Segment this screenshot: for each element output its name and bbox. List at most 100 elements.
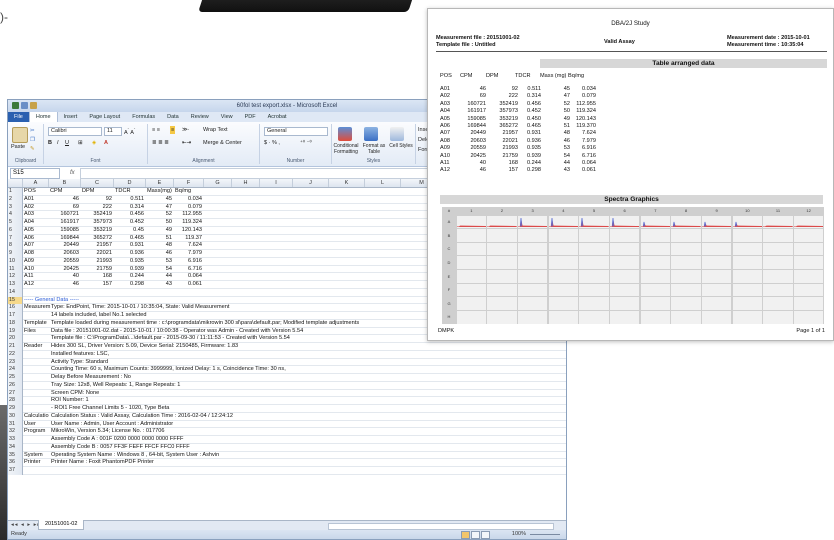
cell[interactable]: 50 [147,219,172,226]
cell[interactable]: 0.298 [115,281,144,288]
row-number[interactable]: 10 [8,257,23,266]
ribbon-tab-pdf[interactable]: PDF [239,112,262,122]
cell[interactable]: 92 [82,196,112,203]
page-break-view-icon[interactable] [481,531,490,539]
font-size-select[interactable]: 11 [104,127,122,136]
cell[interactable]: Screen CPM: None [51,390,99,397]
grow-font-icon[interactable]: Aˆ Aˇ [124,126,135,136]
cell[interactable]: Files [24,328,36,335]
row-number[interactable]: 12 [8,273,23,281]
cell[interactable]: 69 [50,204,79,211]
number-format-select[interactable]: General [264,127,328,136]
cell[interactable]: CPM [50,188,79,195]
column-header[interactable]: E [146,179,174,187]
cell[interactable]: 46 [50,281,79,288]
row-number[interactable]: 27 [8,389,23,398]
cell[interactable]: Bq/mg [175,188,202,195]
cell[interactable]: Installed features: LSC, [51,351,109,358]
cell[interactable]: A06 [24,235,47,242]
cell[interactable]: 159085 [50,227,79,234]
zoom-slider[interactable] [530,534,560,535]
row-number[interactable]: 20 [8,335,23,343]
currency-icon[interactable]: $ · % , [264,139,280,147]
row-number[interactable]: 23 [8,358,23,367]
orientation-icon[interactable]: ≫· [182,126,190,134]
cell[interactable]: 119.37 [175,235,202,242]
ribbon-tab-insert[interactable]: Insert [58,112,84,122]
column-header[interactable]: L [365,179,401,187]
font-name-select[interactable]: Calibri [48,127,102,136]
cell[interactable]: 40 [50,273,79,280]
row-number[interactable]: 21 [8,343,23,351]
cell[interactable]: 20603 [50,250,79,257]
cell[interactable]: Program [24,428,45,435]
sheet-nav-icons[interactable]: ◂◂ ◂ ▸ ▸▸ [11,521,41,530]
cell[interactable]: 0.936 [115,250,144,257]
row-number[interactable]: 33 [8,436,23,444]
row-number[interactable]: 24 [8,366,23,374]
decimal-icon[interactable]: ⁺⁰ ⁻⁰ [300,139,312,147]
row-number[interactable]: 9 [8,250,23,258]
cell[interactable]: 365272 [82,235,112,242]
cell[interactable]: A07 [24,242,47,249]
cell[interactable]: 43 [147,281,172,288]
column-header[interactable]: J [293,179,329,187]
column-header[interactable]: K [329,179,365,187]
row-number[interactable]: 4 [8,211,23,219]
row-number[interactable]: 8 [8,242,23,250]
cell[interactable]: 160721 [50,211,79,218]
column-header[interactable]: I [260,179,293,187]
column-header[interactable]: C [81,179,114,187]
cell[interactable]: 7.624 [175,242,202,249]
cell[interactable]: 20449 [50,242,79,249]
row-number[interactable]: 15 [8,296,23,305]
row-number[interactable]: 1 [8,188,23,196]
select-all-corner[interactable] [8,179,23,187]
cell[interactable]: 0.064 [175,273,202,280]
cell[interactable]: Counting Time: 60 s, Maximum Counts: 399… [51,366,286,373]
cell[interactable]: 0.244 [115,273,144,280]
cell[interactable]: Mass(mg) [147,188,172,195]
column-header[interactable]: B [49,179,81,187]
row-number[interactable]: 37 [8,467,23,475]
cell[interactable]: 53 [147,258,172,265]
cell[interactable]: 168 [82,273,112,280]
fill-color-icon[interactable]: ◈ [92,139,96,147]
bold-icon[interactable]: B [48,139,52,147]
cell[interactable]: 14 labels included, label No.1 selected [51,312,146,319]
cell[interactable]: A08 [24,250,47,257]
row-number[interactable]: 34 [8,443,23,452]
ribbon-tab-file[interactable]: File [8,112,29,122]
cell[interactable]: TDCR [115,188,144,195]
cell[interactable]: 222 [82,204,112,211]
cell[interactable]: 0.034 [175,196,202,203]
cell[interactable]: Template [24,320,47,327]
row-number[interactable]: 17 [8,312,23,320]
cell[interactable]: A11 [24,273,47,280]
cell[interactable]: Printer [24,459,40,466]
cell[interactable]: ----- General Data ----- [24,297,79,304]
cell[interactable]: 21759 [82,266,112,273]
indent-icon[interactable]: ⇤⇥ [182,139,191,147]
ribbon-tab-data[interactable]: Data [161,112,185,122]
cell[interactable]: A10 [24,266,47,273]
cell[interactable]: Calculation Status : Valid Assay, Calcul… [51,413,233,420]
cell[interactable]: 112.955 [175,211,202,218]
cell[interactable]: DPM [82,188,112,195]
borders-icon[interactable]: ⊞ [78,139,83,147]
cell[interactable]: 357973 [82,219,112,226]
cell[interactable]: 45 [147,196,172,203]
cell[interactable]: 352419 [82,211,112,218]
cell[interactable]: 54 [147,266,172,273]
column-header[interactable]: A [23,179,49,187]
merge-center-button[interactable]: Merge & Center [203,139,242,147]
ribbon-tab-page-layout[interactable]: Page Layout [83,112,126,122]
horizontal-scrollbar[interactable] [328,523,554,530]
cell-styles-button[interactable]: Cell Styles [388,143,414,151]
column-header[interactable]: H [232,179,260,187]
cell[interactable]: 46 [50,196,79,203]
cell[interactable]: 0.465 [115,235,144,242]
row-number[interactable]: 30 [8,412,23,421]
ribbon-tab-review[interactable]: Review [185,112,215,122]
cell[interactable]: 353219 [82,227,112,234]
